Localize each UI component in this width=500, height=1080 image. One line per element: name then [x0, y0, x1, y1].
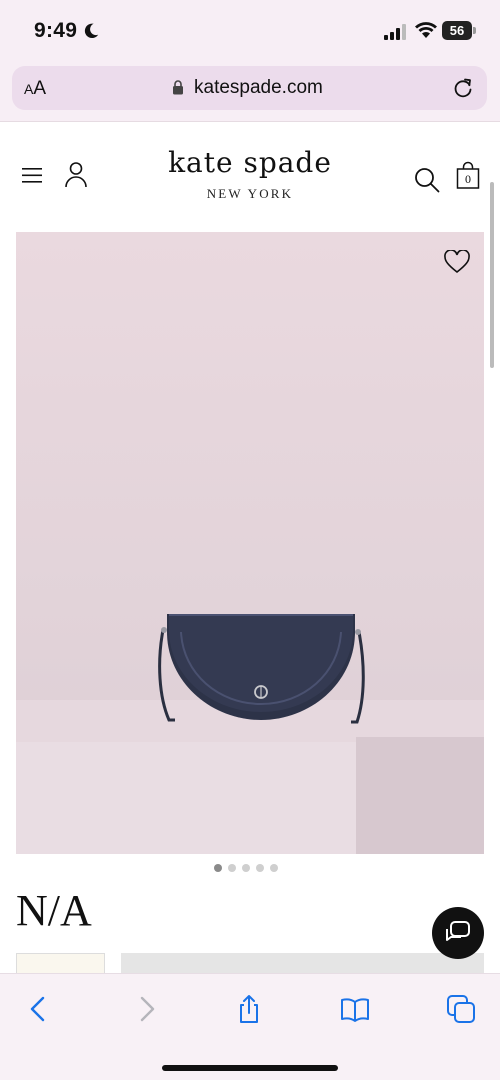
url-text[interactable]: katespade.com: [194, 77, 323, 99]
carousel-dots[interactable]: [214, 864, 278, 874]
chat-button[interactable]: [432, 907, 484, 959]
product-image[interactable]: [16, 232, 484, 854]
signal-icon: [384, 24, 406, 40]
chevron-right-icon[interactable]: [131, 994, 161, 1024]
wifi-icon: [415, 22, 437, 38]
heart-icon[interactable]: [444, 250, 470, 274]
reload-icon[interactable]: [452, 77, 474, 99]
lock-icon: [173, 80, 183, 95]
handbag-illustration: [158, 614, 365, 724]
carousel-dot[interactable]: [256, 864, 264, 872]
battery-icon: 56: [442, 21, 476, 40]
home-indicator[interactable]: [162, 1065, 338, 1071]
pedestal-front: [16, 742, 356, 854]
carousel-dot[interactable]: [242, 864, 250, 872]
pedestal-side: [356, 737, 484, 854]
battery-level: 56: [449, 23, 465, 38]
carousel-dot[interactable]: [228, 864, 236, 872]
carousel-dot[interactable]: [214, 864, 222, 872]
site-header: kate spade NEW YORK 0: [0, 123, 500, 227]
address-bar[interactable]: AA katespade.com: [12, 66, 487, 110]
search-icon[interactable]: [414, 167, 440, 193]
chat-icon: [446, 921, 470, 941]
reader-options-button[interactable]: AA: [24, 78, 46, 100]
status-bar: 9:49 56: [0, 0, 500, 62]
status-time: 9:49: [34, 19, 78, 42]
chevron-left-icon[interactable]: [24, 994, 54, 1024]
carousel-dot[interactable]: [270, 864, 278, 872]
tabs-icon[interactable]: [446, 994, 476, 1024]
bag-count: 0: [465, 172, 471, 186]
product-title: N/A: [16, 886, 92, 935]
moon-icon: [84, 23, 99, 39]
page-scrollbar[interactable]: [490, 182, 494, 368]
browser-toolbar: [0, 973, 500, 1080]
browser-address-area: AA katespade.com: [0, 62, 500, 122]
book-icon[interactable]: [340, 994, 370, 1024]
share-icon[interactable]: [234, 994, 264, 1024]
